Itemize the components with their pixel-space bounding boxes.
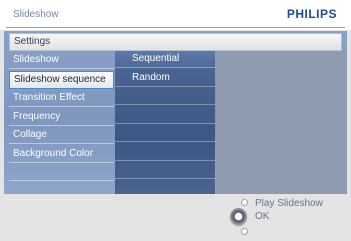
nav-up-dot-icon[interactable] [241,199,248,206]
ok-label: OK [255,211,270,222]
menu-item-empty [9,183,114,200]
sequence-submenu: Sequential Random [115,51,215,198]
menu-item-label: Frequency [13,110,61,122]
menu-item-slideshow[interactable]: Slideshow [9,52,114,69]
option-random[interactable]: Random [115,70,215,87]
option-empty [115,107,215,124]
menu-item-label: Transition Effect [13,92,85,103]
option-empty [115,125,215,142]
option-empty [115,88,215,105]
app-title: Slideshow [13,9,59,20]
menu-item-empty [9,164,114,181]
preview-pane [216,51,347,194]
option-empty [115,162,215,179]
option-label: Random [132,71,170,83]
menu-item-label: Collage [13,129,47,140]
settings-menu: Slideshow Slideshow sequence Transition … [9,52,114,201]
play-slideshow-label: Play Slideshow [255,198,323,209]
settings-header: Settings [9,33,342,51]
option-label: Sequential [132,53,180,64]
menu-item-transition-effect[interactable]: Transition Effect [9,90,114,107]
menu-item-slideshow-sequence[interactable]: Slideshow sequence [9,70,114,89]
option-sequential[interactable]: Sequential [115,51,215,68]
menu-item-label: Background Color [13,147,94,159]
settings-label: Settings [14,36,51,47]
menu-item-label: Slideshow sequence [14,73,106,85]
option-empty [115,144,215,161]
brand-logo: PHILIPS [286,7,337,21]
option-empty [115,181,215,198]
menu-item-background-color[interactable]: Background Color [9,146,114,163]
title-bar: Slideshow PHILIPS [0,0,351,30]
menu-item-frequency[interactable]: Frequency [9,109,114,126]
menu-item-collage[interactable]: Collage [9,127,114,144]
title-divider [6,27,345,28]
control-hints: Play Slideshow OK [220,196,346,240]
ok-button-icon[interactable] [230,208,247,225]
menu-item-label: Slideshow [13,54,59,65]
nav-down-dot-icon[interactable] [241,228,248,235]
